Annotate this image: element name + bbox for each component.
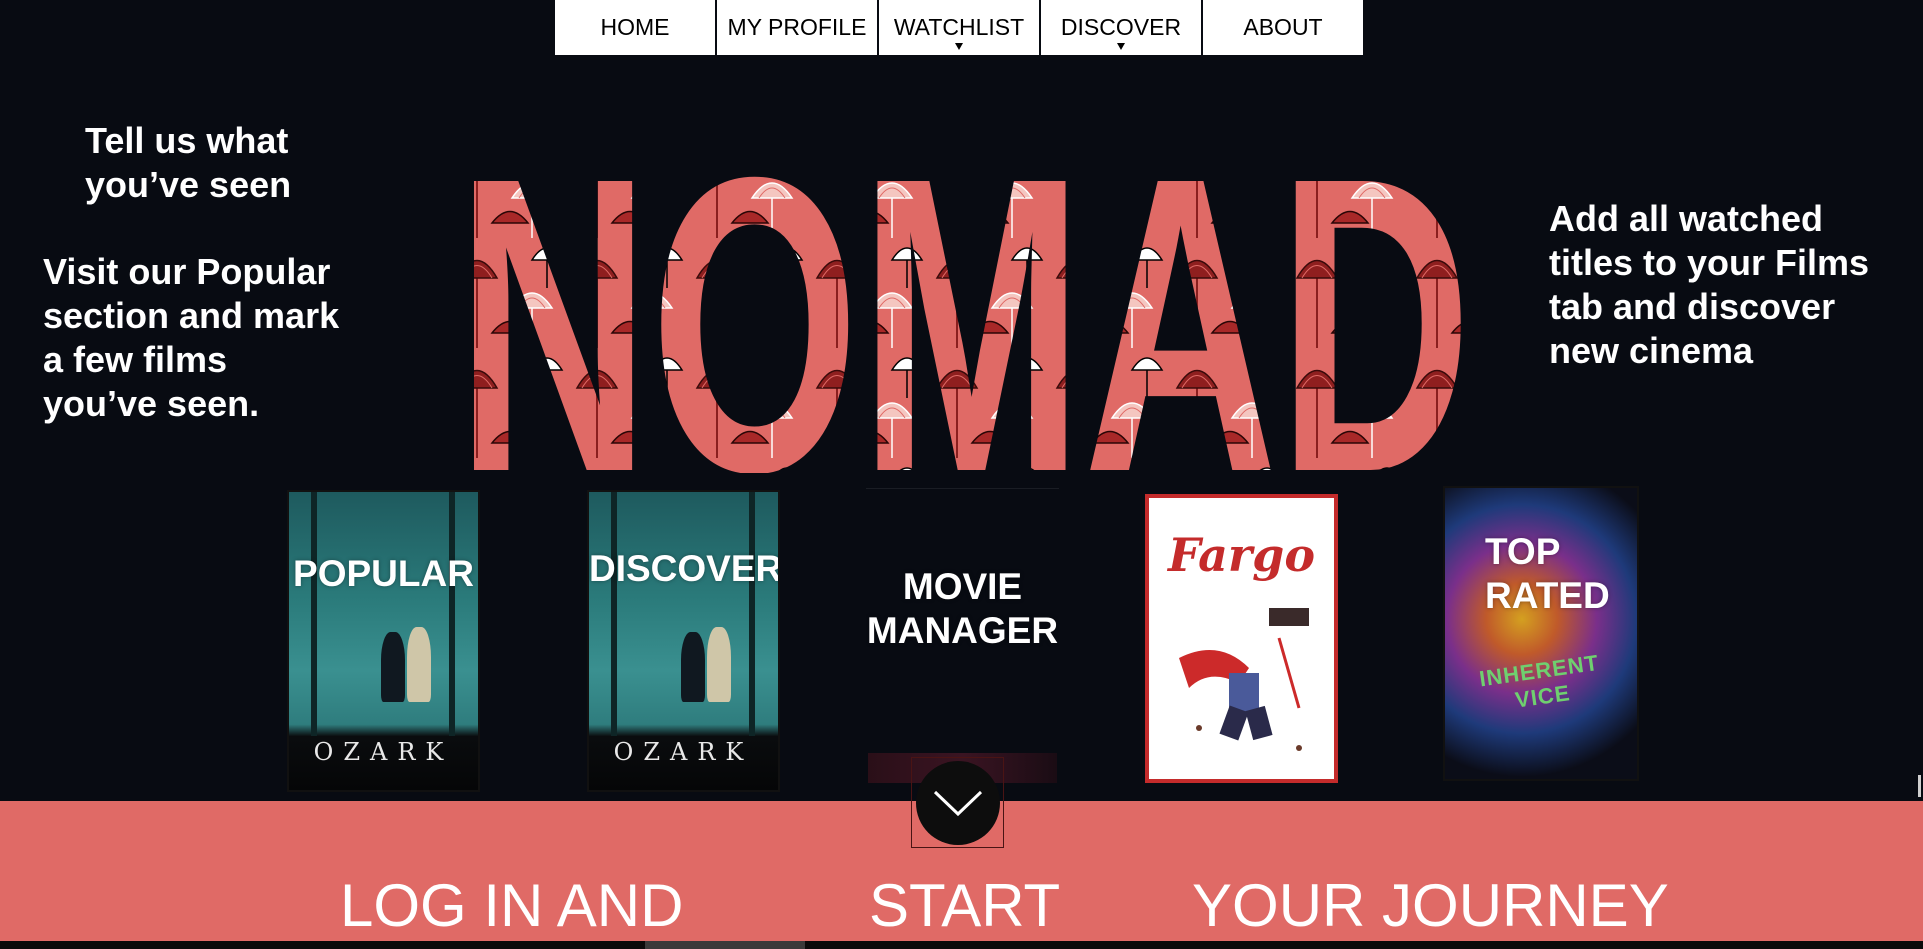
scrollbar-thumb[interactable] [1918, 775, 1921, 797]
nav-discover[interactable]: DISCOVER [1041, 0, 1201, 55]
window-bar [749, 492, 755, 737]
figure-shape [407, 627, 431, 702]
nav-home-label: HOME [600, 14, 670, 40]
card-fargo[interactable]: Fargo [1145, 494, 1338, 783]
nav-watchlist[interactable]: WATCHLIST [879, 0, 1039, 55]
card-discover[interactable]: OZARK DISCOVER [587, 490, 780, 792]
nav-home[interactable]: HOME [555, 0, 715, 55]
window-bar [611, 492, 617, 737]
cta-word-login: LOG IN AND [340, 872, 684, 939]
taskbar [0, 941, 1923, 949]
main-nav: HOME MY PROFILE WATCHLIST DISCOVER ABOUT [555, 0, 1363, 55]
window-bar [311, 492, 317, 737]
right-body: Add all watched titles to your Films tab… [1549, 198, 1870, 371]
card-top-rated[interactable]: INHERENT VICE TOP RATED [1443, 486, 1639, 781]
caret-down-icon [1117, 43, 1125, 50]
cta-word-start: START [869, 872, 1061, 939]
taskbar-item[interactable] [645, 941, 805, 949]
caret-down-icon [955, 43, 963, 50]
nomad-title: NOMAD [456, 128, 1472, 473]
poster-title: Fargo [1167, 528, 1316, 582]
nav-watchlist-label: WATCHLIST [893, 14, 1025, 40]
poster-title: OZARK [313, 738, 454, 766]
card-top-rated-label: TOP RATED [1485, 531, 1610, 616]
poster-title: OZARK [613, 738, 754, 766]
figure-shape [681, 632, 705, 702]
card-discover-label: DISCOVER [589, 548, 780, 589]
left-heading: Tell us what you’ve seen [85, 120, 292, 205]
nav-my-profile[interactable]: MY PROFILE [717, 0, 877, 55]
card-movie-manager[interactable]: MOVIE MANAGER [866, 488, 1059, 783]
scroll-down-circle [915, 760, 1000, 845]
window-bar [449, 492, 455, 737]
cta-word-journey: YOUR JOURNEY [1192, 872, 1669, 939]
nav-discover-label: DISCOVER [1060, 14, 1182, 40]
nomad-logo-graphic: NOMAD [456, 128, 1472, 473]
hero-logo: NOMAD [452, 128, 1476, 473]
scroll-down-button[interactable] [911, 757, 1004, 848]
nav-about[interactable]: ABOUT [1203, 0, 1363, 55]
fargo-illustration [1179, 608, 1309, 751]
card-popular[interactable]: OZARK POPULAR [287, 490, 480, 792]
figure-shape [707, 627, 731, 702]
figure-shape [381, 632, 405, 702]
chevron-down-icon [933, 790, 982, 816]
left-body: Visit our Popular section and mark a few… [43, 251, 340, 424]
card-popular-label: POPULAR [293, 553, 474, 594]
nav-my-profile-label: MY PROFILE [727, 14, 867, 40]
nav-about-label: ABOUT [1243, 14, 1323, 40]
card-movie-manager-label: MOVIE MANAGER [866, 566, 1059, 651]
